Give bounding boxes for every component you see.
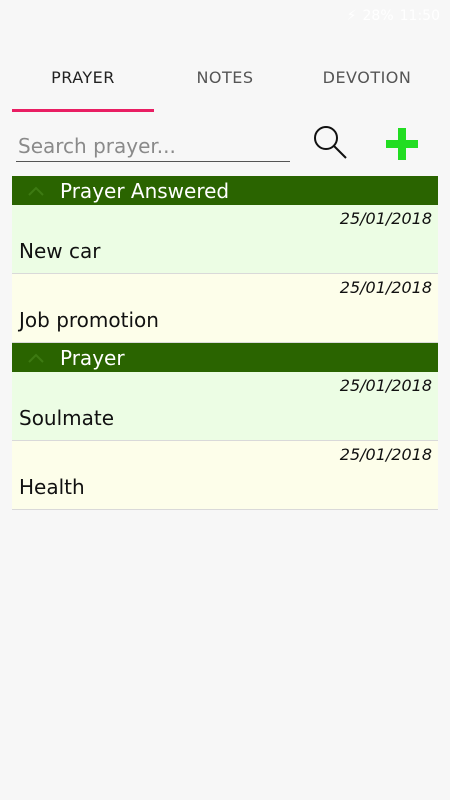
clock: 11:50 bbox=[399, 8, 440, 24]
search-row bbox=[16, 124, 436, 168]
group-header-prayer-answered[interactable]: Prayer Answered bbox=[12, 176, 438, 205]
charging-icon: ⚡ bbox=[346, 8, 357, 24]
item-date: 25/01/2018 bbox=[339, 376, 432, 395]
plus-icon bbox=[386, 128, 418, 160]
list-item[interactable]: 25/01/2018 Soulmate bbox=[12, 372, 438, 441]
list-item[interactable]: 25/01/2018 Health bbox=[12, 441, 438, 510]
item-title: Health bbox=[19, 475, 85, 499]
add-prayer-button[interactable] bbox=[384, 126, 420, 162]
battery-percent: 28% bbox=[362, 8, 394, 24]
item-date: 25/01/2018 bbox=[339, 209, 432, 228]
search-icon bbox=[314, 126, 347, 159]
item-title: New car bbox=[19, 239, 101, 263]
group-header-prayer[interactable]: Prayer bbox=[12, 343, 438, 372]
status-bar: ⚡ 28% 11:50 bbox=[0, 0, 450, 32]
tab-bar: PRAYER NOTES DEVOTION bbox=[12, 56, 438, 112]
search-button[interactable] bbox=[312, 124, 348, 160]
search-input[interactable] bbox=[16, 130, 290, 162]
tab-devotion[interactable]: DEVOTION bbox=[296, 56, 438, 112]
list-item[interactable]: 25/01/2018 New car bbox=[12, 205, 438, 274]
tab-prayer[interactable]: PRAYER bbox=[12, 56, 154, 112]
prayer-list: Prayer Answered 25/01/2018 New car 25/01… bbox=[12, 176, 438, 510]
group-title: Prayer Answered bbox=[60, 178, 230, 203]
item-date: 25/01/2018 bbox=[339, 445, 432, 464]
item-title: Job promotion bbox=[19, 308, 159, 332]
chevron-up-icon bbox=[12, 186, 60, 196]
tab-notes[interactable]: NOTES bbox=[154, 56, 296, 112]
item-title: Soulmate bbox=[19, 406, 115, 430]
item-date: 25/01/2018 bbox=[339, 278, 432, 297]
list-item[interactable]: 25/01/2018 Job promotion bbox=[12, 274, 438, 343]
group-title: Prayer bbox=[60, 345, 125, 370]
chevron-up-icon bbox=[12, 353, 60, 363]
